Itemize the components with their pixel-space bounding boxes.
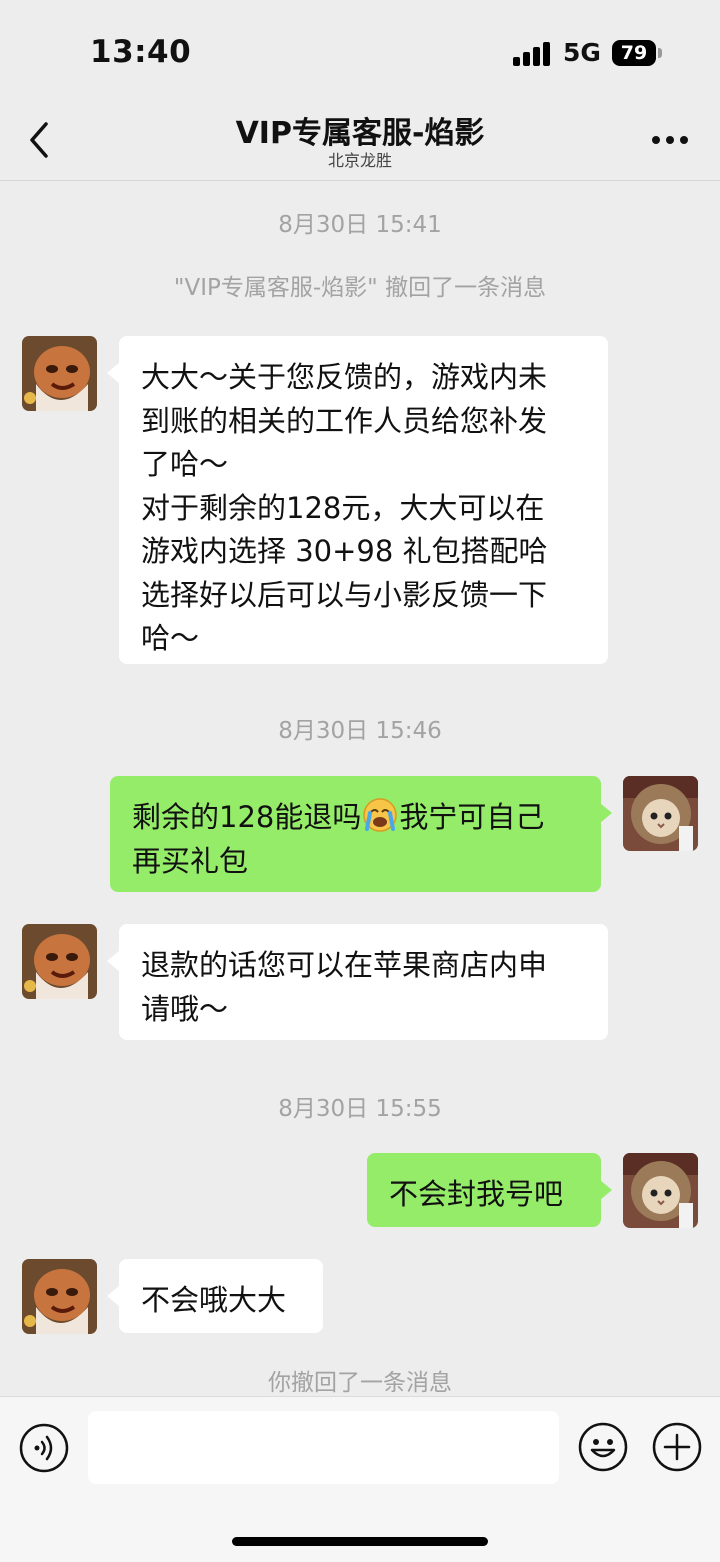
cat-avatar-icon <box>623 776 698 851</box>
user-avatar[interactable] <box>623 776 698 851</box>
incoming-message[interactable]: 不会哦大大 <box>119 1259 323 1333</box>
outgoing-message[interactable]: 剩余的128能退吗 我宁可自己 再买礼包 <box>110 776 601 892</box>
home-indicator[interactable] <box>232 1537 488 1546</box>
input-bar <box>0 1396 720 1562</box>
dwarf-avatar-icon <box>22 336 97 411</box>
cat-avatar-icon <box>623 1153 698 1228</box>
chat-title: VIP专属客服-焰影 <box>235 116 485 151</box>
dwarf-avatar-icon <box>22 924 97 999</box>
more-actions-button[interactable] <box>651 1421 703 1473</box>
loudly-crying-emoji <box>363 798 398 832</box>
voice-button[interactable] <box>18 1422 70 1474</box>
emoji-icon <box>578 1422 628 1472</box>
battery-icon: 79 <box>612 40 656 66</box>
chat-header: VIP专属客服-焰影 北京龙胜 <box>0 100 720 181</box>
network-type: 5G <box>563 38 601 67</box>
emoji-button[interactable] <box>577 1421 629 1473</box>
timestamp: 8月30日 15:41 <box>278 212 442 238</box>
voice-icon <box>19 1423 69 1473</box>
more-button[interactable] <box>648 128 692 152</box>
message-text: 剩余的128能退吗 <box>132 800 362 834</box>
message-list[interactable]: 8月30日 15:41 "VIP专属客服-焰影" 撤回了一条消息 大大～关于您反… <box>0 181 720 1396</box>
agent-avatar[interactable] <box>22 924 97 999</box>
signal-icon <box>513 42 553 66</box>
outgoing-message[interactable]: 不会封我号吧 <box>367 1153 601 1227</box>
timestamp: 8月30日 15:46 <box>278 718 442 744</box>
battery-tip <box>658 48 662 58</box>
agent-avatar[interactable] <box>22 1259 97 1334</box>
status-bar: 13:40 5G 79 <box>0 0 720 100</box>
incoming-message[interactable]: 大大～关于您反馈的，游戏内未 到账的相关的工作人员给您补发 了哈～ 对于剩余的1… <box>119 336 608 664</box>
user-avatar[interactable] <box>623 1153 698 1228</box>
dwarf-avatar-icon <box>22 1259 97 1334</box>
recall-notice: "VIP专属客服-焰影" 撤回了一条消息 <box>173 275 547 301</box>
timestamp: 8月30日 15:55 <box>278 1096 442 1122</box>
chat-subtitle: 北京龙胜 <box>327 151 392 170</box>
agent-avatar[interactable] <box>22 336 97 411</box>
plus-icon <box>652 1422 702 1472</box>
message-input[interactable] <box>88 1411 559 1484</box>
recall-notice: 你撤回了一条消息 <box>268 1370 452 1396</box>
incoming-message[interactable]: 退款的话您可以在苹果商店内申 请哦～ <box>119 924 608 1040</box>
status-time: 13:40 <box>90 34 192 70</box>
more-dots-icon <box>652 136 688 144</box>
